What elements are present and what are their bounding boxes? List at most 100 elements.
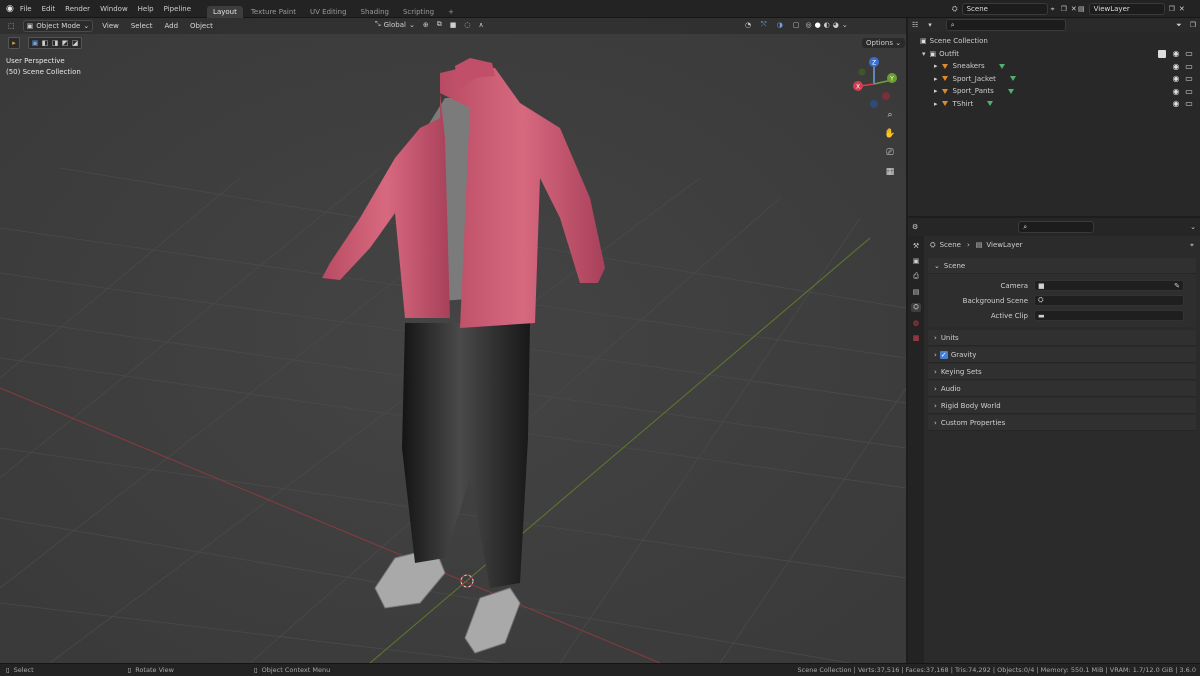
mode-selector[interactable]: ▣ Object Mode ⌄ [22, 20, 94, 32]
camera-view-icon[interactable]: ⎚ [883, 146, 897, 160]
menu-edit[interactable]: Edit [42, 5, 56, 13]
texture-tab-icon[interactable]: ▩ [913, 334, 920, 342]
properties-editor-icon[interactable]: ⚙ [912, 223, 918, 231]
display-mode-icon[interactable]: ▾ [928, 21, 932, 29]
visibility-eye-icon[interactable]: ◉ [1171, 99, 1181, 108]
visibility-eye-icon[interactable]: ◉ [1171, 62, 1181, 71]
menu-object[interactable]: Object [187, 21, 216, 31]
solid-shading-icon[interactable]: ● [815, 21, 821, 29]
new-collection-icon[interactable]: ❐ [1190, 21, 1196, 29]
tab-layout[interactable]: Layout [207, 5, 243, 18]
proportional-edit-icon[interactable]: ◌ [464, 21, 470, 29]
outliner-row-sneakers[interactable]: ▸ Sneakers ◉ ▭ [908, 60, 1200, 73]
material-shading-icon[interactable]: ◐ [824, 21, 830, 29]
panel-rigid-body-world[interactable]: › Rigid Body World [928, 398, 1196, 414]
outliner-row-sport-pants[interactable]: ▸ Sport_Pants ◉ ▭ [908, 85, 1200, 98]
camera-field[interactable]: ■ ✎ [1034, 280, 1184, 291]
menu-pipeline[interactable]: Pipeline [164, 5, 191, 13]
visibility-eye-icon[interactable]: ◉ [1171, 87, 1181, 96]
outliner-row-tshirt[interactable]: ▸ TShirt ◉ ▭ [908, 98, 1200, 111]
output-tab-icon[interactable]: ⎙ [913, 272, 919, 281]
outliner-editor-icon[interactable]: ☷ [912, 21, 918, 29]
pivot-icon[interactable]: ⊕ [423, 21, 429, 29]
scene-tab-icon[interactable]: ⛭ [911, 303, 921, 312]
properties-search[interactable]: ⌕ [1018, 221, 1095, 233]
tab-scripting[interactable]: Scripting [397, 6, 440, 18]
outliner-row-scene-collection[interactable]: ▣ Scene Collection [908, 35, 1200, 48]
menu-window[interactable]: Window [100, 5, 128, 13]
visibility-eye-icon[interactable]: ◉ [1171, 74, 1181, 83]
new-scene-icon[interactable]: ❐ [1061, 5, 1067, 13]
options-button[interactable]: Options ⌄ [862, 38, 906, 48]
delete-view-layer-icon[interactable]: ✕ [1179, 5, 1185, 13]
panel-gravity[interactable]: › ✓ Gravity [928, 347, 1196, 363]
shading-options-icon[interactable]: ⌄ [842, 21, 848, 29]
panel-keying-sets[interactable]: › Keying Sets [928, 364, 1196, 380]
expand-arrow-icon[interactable]: ▾ [922, 50, 926, 58]
rendered-shading-icon[interactable]: ◕ [833, 21, 839, 29]
eyedropper-icon[interactable]: ✎ [1174, 282, 1180, 290]
select-extend-icon[interactable]: ◧ [40, 39, 50, 47]
falloff-icon[interactable]: ∧ [478, 21, 483, 29]
zoom-icon[interactable]: ⌕ [883, 108, 897, 122]
ortho-grid-icon[interactable]: ▦ [883, 165, 897, 179]
orientation-selector[interactable]: Global [384, 21, 406, 29]
snap-icon[interactable]: ⧉ [437, 20, 442, 29]
pin-icon[interactable]: ⌖ [1051, 5, 1055, 14]
scene-icon[interactable]: ⛭ [952, 5, 958, 14]
select-subtract-icon[interactable]: ◨ [50, 39, 60, 47]
panel-audio[interactable]: › Audio [928, 381, 1196, 397]
pan-hand-icon[interactable]: ✋ [883, 127, 897, 141]
filter-icon[interactable]: ⏷ [1176, 21, 1182, 30]
outliner-row-outfit[interactable]: ▾ ▣ Outfit ◉ ▭ [908, 48, 1200, 61]
render-toggle-icon[interactable]: ▭ [1184, 87, 1194, 96]
visibility-eye-icon[interactable]: ◉ [1171, 49, 1181, 58]
tab-shading[interactable]: Shading [355, 6, 395, 18]
delete-scene-icon[interactable]: ✕ [1071, 5, 1077, 13]
active-tool-icon[interactable]: ▸ [8, 37, 20, 49]
tab-texture-paint[interactable]: Texture Paint [245, 6, 302, 18]
3d-viewport[interactable]: ⬚ ▣ Object Mode ⌄ View Select Add Object… [0, 18, 906, 663]
scene-name-field[interactable]: Scene [961, 3, 1048, 15]
expand-arrow-icon[interactable]: ▸ [934, 62, 938, 70]
menu-add[interactable]: Add [161, 21, 181, 31]
visibility-icon[interactable]: ◔ [745, 21, 751, 29]
expand-arrow-icon[interactable]: ▸ [934, 75, 938, 83]
gravity-checkbox[interactable]: ✓ [939, 350, 948, 359]
blender-logo-icon[interactable]: ◉ [6, 4, 14, 14]
select-intersect-icon[interactable]: ◪ [70, 39, 80, 47]
gizmo-toggle-icon[interactable]: ⤲ [761, 20, 767, 29]
select-invert-icon[interactable]: ◩ [60, 39, 70, 47]
panel-units[interactable]: › Units [928, 330, 1196, 346]
view-layer-icon[interactable]: ▤ [1078, 5, 1085, 13]
active-clip-field[interactable]: ▬ [1034, 310, 1184, 321]
outliner-row-sport-jacket[interactable]: ▸ Sport_Jacket ◉ ▭ [908, 73, 1200, 86]
menu-view[interactable]: View [99, 21, 122, 31]
render-toggle-icon[interactable]: ▭ [1184, 99, 1194, 108]
tool-tab-icon[interactable]: ⚒ [913, 242, 919, 250]
panel-scene[interactable]: ⌄ Scene [928, 258, 1196, 274]
editor-type-icon[interactable]: ⬚ [8, 22, 15, 30]
outliner-search[interactable]: ⌕ [945, 19, 1067, 31]
view-layer-field[interactable]: ViewLayer [1088, 3, 1165, 15]
add-workspace-button[interactable]: + [442, 6, 460, 18]
expand-arrow-icon[interactable]: ▸ [934, 100, 938, 108]
render-toggle-icon[interactable]: ▭ [1184, 49, 1194, 58]
new-view-layer-icon[interactable]: ❐ [1169, 5, 1175, 13]
view-layer-tab-icon[interactable]: ▤ [913, 288, 920, 296]
background-scene-field[interactable]: ⛭ [1034, 295, 1184, 306]
render-toggle-icon[interactable]: ▭ [1184, 62, 1194, 71]
wireframe-shading-icon[interactable]: ◎ [805, 21, 811, 29]
xray-icon[interactable]: ▢ [793, 21, 800, 29]
navigation-gizmo[interactable]: Z Y X [846, 56, 902, 112]
exclude-checkbox[interactable] [1158, 49, 1166, 58]
render-tab-icon[interactable]: ▣ [913, 257, 920, 265]
world-tab-icon[interactable]: ◍ [913, 319, 919, 327]
menu-select[interactable]: Select [128, 21, 156, 31]
menu-help[interactable]: Help [138, 5, 154, 13]
panel-custom-properties[interactable]: › Custom Properties [928, 415, 1196, 431]
pin-icon[interactable]: ⌖ [1190, 241, 1194, 250]
chevron-down-icon[interactable]: ⌄ [1190, 223, 1196, 231]
expand-arrow-icon[interactable]: ▸ [934, 87, 938, 95]
select-new-icon[interactable]: ▣ [30, 39, 40, 47]
